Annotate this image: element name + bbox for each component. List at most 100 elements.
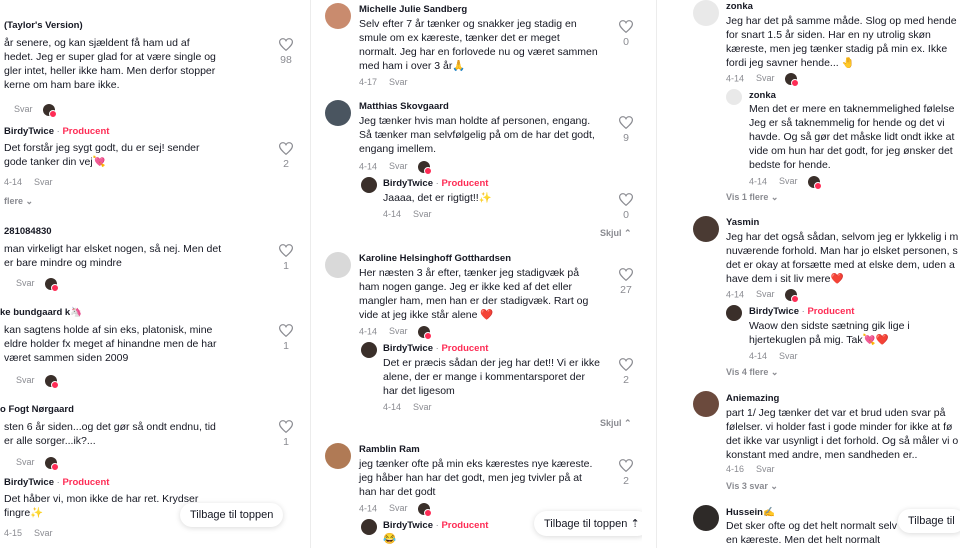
comment-text: år senere, og kan sjældent få ham ud af … (4, 37, 216, 91)
like-button[interactable]: 0 (616, 20, 636, 48)
comment-text: kan sagtens holde af sin eks, platonisk,… (4, 324, 217, 364)
avatar[interactable] (693, 505, 719, 531)
like-button[interactable]: 1 (276, 420, 296, 448)
reply-button[interactable]: Svar (756, 73, 775, 83)
avatar[interactable] (726, 305, 742, 321)
reply-author[interactable]: BirdyTwice · Producent (383, 178, 488, 189)
avatar[interactable] (726, 89, 742, 105)
avatar[interactable] (325, 252, 351, 278)
reply-author[interactable]: BirdyTwice · Producent (749, 306, 854, 317)
comments-panel-middle[interactable]: Michelle Julie Sandberg Selv efter 7 år … (320, 0, 642, 548)
reply-button[interactable]: Svar (756, 464, 775, 474)
chevron-down-icon: ⌄ (25, 196, 34, 206)
reply-button[interactable]: Svar (34, 528, 53, 538)
avatar[interactable] (361, 519, 377, 535)
creator-badge: Producent (441, 520, 489, 531)
like-button[interactable]: 0 (616, 193, 636, 221)
heart-icon (619, 459, 633, 472)
reply-text: Det håber vi, mon ikke de har ret. Kryds… (4, 493, 199, 519)
comment-text: Selv efter 7 år tænker og snakker jeg st… (359, 18, 598, 72)
reply-text: Det er præcis sådan der jeg har det!! Vi… (383, 357, 600, 397)
like-count: 2 (283, 158, 289, 170)
reply-button[interactable]: Svar (779, 351, 798, 361)
comment-author[interactable]: Ramblin Ram (359, 444, 420, 455)
like-button[interactable]: 2 (276, 142, 296, 170)
comment-author[interactable]: o Fogt Nørgaard (0, 404, 74, 415)
reply-author[interactable]: BirdyTwice · Producent (383, 520, 488, 531)
comment-meta: 4-14 Svar (359, 503, 432, 517)
arrow-up-icon: ⇡ (630, 518, 640, 530)
avatar[interactable] (325, 100, 351, 126)
reply-text: Waow den sidste sætning gik lige i hjert… (749, 320, 910, 346)
like-button[interactable]: 1 (276, 244, 296, 272)
like-button[interactable]: 2 (616, 459, 636, 487)
comment-author[interactable]: Matthias Skovgaard (359, 101, 449, 112)
like-button[interactable]: 9 (616, 116, 636, 144)
comment-text: Jeg har det også sådan, selvom jeg er ly… (726, 231, 959, 285)
reply-button[interactable]: Svar (14, 104, 33, 114)
comment-author[interactable]: Michelle Julie Sandberg (359, 4, 467, 15)
show-more-replies[interactable]: Vis 4 flere ⌄ (726, 367, 778, 378)
comment-meta: Svar (4, 104, 57, 118)
avatar[interactable] (361, 177, 377, 193)
divider (656, 0, 657, 548)
avatar[interactable] (693, 391, 719, 417)
like-count: 2 (623, 374, 629, 386)
reply-button[interactable]: Svar (389, 77, 408, 87)
reply-author[interactable]: BirdyTwice · Producent (4, 477, 109, 488)
comment-author[interactable]: Yasmin (726, 217, 759, 228)
like-button[interactable]: 1 (276, 324, 296, 352)
avatar[interactable] (361, 342, 377, 358)
comment-author[interactable]: ke bundgaard k🦄 (0, 307, 82, 318)
comment-author[interactable]: zonka (726, 1, 753, 12)
comments-panel-right[interactable]: zonka Jeg har det på samme måde. Slog op… (688, 0, 960, 548)
reply-button[interactable]: Svar (413, 402, 432, 412)
show-more-replies[interactable]: Vis 1 flere ⌄ (726, 192, 778, 203)
comment-meta: 4-14 Svar (359, 326, 432, 340)
avatar[interactable] (693, 216, 719, 242)
reply-meta: 4-14 Svar (749, 351, 798, 361)
comment-meta: 4-14 Svar (359, 161, 432, 175)
creator-liked-icon (784, 289, 799, 303)
avatar[interactable] (693, 0, 719, 26)
reply-button[interactable]: Svar (16, 375, 35, 385)
reply-meta: 4-14 Svar (383, 209, 432, 219)
comments-panel-left[interactable]: (Taylor's Version) år senere, og kan sjæ… (0, 0, 300, 548)
reply-button[interactable]: Svar (16, 278, 35, 288)
heart-icon (279, 420, 293, 433)
like-count: 0 (623, 36, 629, 48)
chevron-down-icon: ⌄ (770, 367, 779, 377)
reply-author[interactable]: BirdyTwice · Producent (4, 126, 109, 137)
back-to-top-button[interactable]: Tilbage til toppen ⇡ (534, 511, 642, 536)
reply-button[interactable]: Svar (389, 503, 408, 513)
reply-button[interactable]: Svar (413, 209, 432, 219)
hide-replies-button[interactable]: Skjul ⌃ (600, 228, 632, 239)
chevron-up-icon: ⌃ (624, 418, 632, 428)
reply-button[interactable]: Svar (779, 176, 798, 186)
show-more-replies[interactable]: flere ⌄ (4, 196, 33, 207)
hide-replies-button[interactable]: Skjul ⌃ (600, 418, 632, 429)
reply-author[interactable]: zonka (749, 90, 776, 101)
back-to-top-button[interactable]: Tilbage til toppen (180, 503, 284, 527)
like-count: 1 (283, 436, 289, 448)
avatar[interactable] (325, 3, 351, 29)
comment-author[interactable]: Aniemazing (726, 393, 779, 404)
reply-author[interactable]: BirdyTwice · Producent (383, 343, 488, 354)
comment-author[interactable]: Karoline Helsinghoff Gotthardsen (359, 253, 511, 264)
reply-button[interactable]: Svar (389, 161, 408, 171)
back-to-top-button[interactable]: Tilbage til (898, 509, 960, 533)
reply-button[interactable]: Svar (34, 177, 53, 187)
like-button[interactable]: 98 (276, 38, 296, 66)
avatar[interactable] (325, 443, 351, 469)
comment-author[interactable]: Hussein✍️ (726, 507, 775, 518)
comment-text: jeg tænker ofte på min eks kærestes nye … (359, 458, 593, 498)
show-more-replies[interactable]: Vis 3 svar ⌄ (726, 481, 778, 492)
like-button[interactable]: 27 (616, 268, 636, 296)
comment-author[interactable]: 281084830 (4, 226, 52, 237)
reply-button[interactable]: Svar (756, 289, 775, 299)
reply-button[interactable]: Svar (16, 457, 35, 467)
like-count: 27 (620, 284, 632, 296)
comment-author[interactable]: (Taylor's Version) (4, 20, 83, 31)
like-button[interactable]: 2 (616, 358, 636, 386)
reply-button[interactable]: Svar (389, 326, 408, 336)
